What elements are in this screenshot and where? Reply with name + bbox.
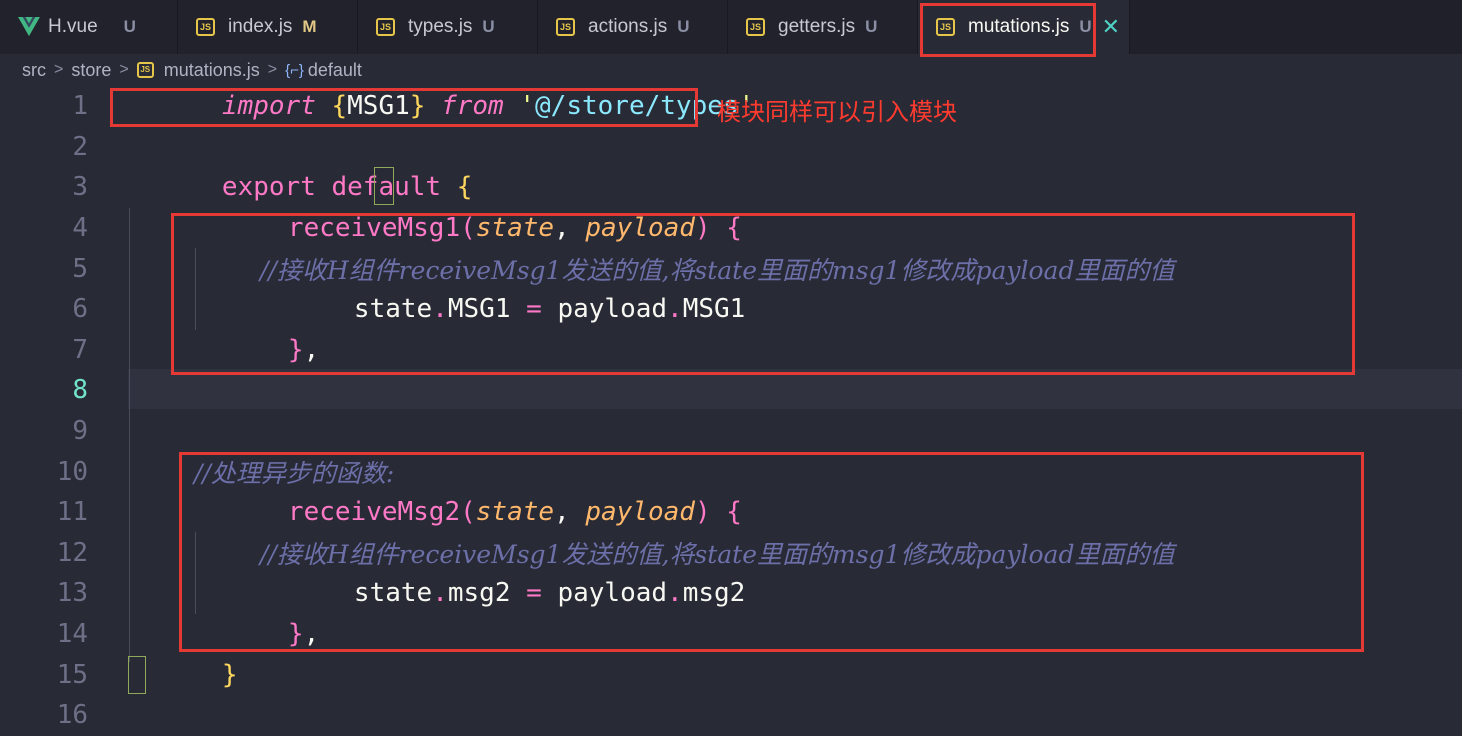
line-number: 5 — [72, 253, 88, 284]
line-number: 16 — [56, 700, 88, 731]
git-status-badge: U — [865, 17, 878, 36]
code-line: 8 — [0, 370, 1462, 411]
bracket-match-highlight — [374, 167, 394, 205]
line-number: 8 — [72, 375, 88, 406]
line-number: 15 — [56, 659, 88, 690]
line-number: 1 — [72, 91, 88, 122]
tab-h-vue[interactable]: H.vue U — [0, 0, 178, 54]
js-file-icon: JS — [196, 18, 215, 36]
tab-label: H.vue — [48, 16, 98, 37]
breadcrumb-item-store[interactable]: store — [71, 60, 111, 81]
code-line: 16 — [0, 695, 1462, 736]
git-status-badge: U — [123, 17, 136, 36]
line-number: 6 — [72, 294, 88, 325]
tab-types-js[interactable]: JS types.js U — [358, 0, 538, 54]
js-file-icon: JS — [556, 18, 575, 36]
git-status-badge: M — [302, 17, 317, 36]
git-status-badge: U — [482, 17, 495, 36]
tab-label: types.js — [408, 16, 473, 37]
tab-getters-js[interactable]: JS getters.js U — [728, 0, 918, 54]
line-number: 2 — [72, 131, 88, 162]
tab-actions-js[interactable]: JS actions.js U — [538, 0, 728, 54]
bracket-match-highlight — [128, 656, 146, 694]
line-number: 3 — [72, 172, 88, 203]
tab-index-js[interactable]: JS index.js M — [178, 0, 358, 54]
line-number: 12 — [56, 537, 88, 568]
code-line: 9 — [0, 411, 1462, 452]
tab-bar-empty-space — [1130, 0, 1462, 54]
code-line: 15 } — [0, 654, 1462, 695]
close-icon[interactable]: ✕ — [1102, 14, 1120, 40]
line-number: 11 — [56, 497, 88, 528]
js-file-icon: JS — [746, 18, 765, 36]
line-number: 7 — [72, 334, 88, 365]
breadcrumb-item-src[interactable]: src — [22, 60, 46, 81]
annotation-box-import — [110, 88, 698, 127]
vue-icon — [18, 17, 40, 37]
line-number: 13 — [56, 578, 88, 609]
annotation-note: 模块同样可以引入模块 — [717, 98, 957, 126]
code-editor[interactable]: 1 import {MSG1} from '@/store/types' 2 3… — [0, 86, 1462, 730]
tab-label: index.js — [228, 16, 293, 37]
brace: } — [221, 659, 238, 690]
annotation-box-receivemsg1 — [171, 213, 1355, 375]
tab-label: actions.js — [588, 16, 668, 37]
annotation-box-receivemsg2 — [179, 452, 1364, 652]
editor-tab-bar: H.vue U JS index.js M JS types.js U JS a… — [0, 0, 1462, 54]
line-number: 4 — [72, 213, 88, 244]
line-number: 10 — [56, 456, 88, 487]
git-status-badge: U — [677, 17, 690, 36]
line-number: 9 — [72, 416, 88, 447]
annotation-box-tab — [920, 3, 1096, 57]
tab-label: getters.js — [778, 16, 856, 37]
breadcrumb-separator: > — [54, 61, 64, 78]
line-number: 14 — [56, 619, 88, 650]
js-file-icon: JS — [376, 18, 395, 36]
